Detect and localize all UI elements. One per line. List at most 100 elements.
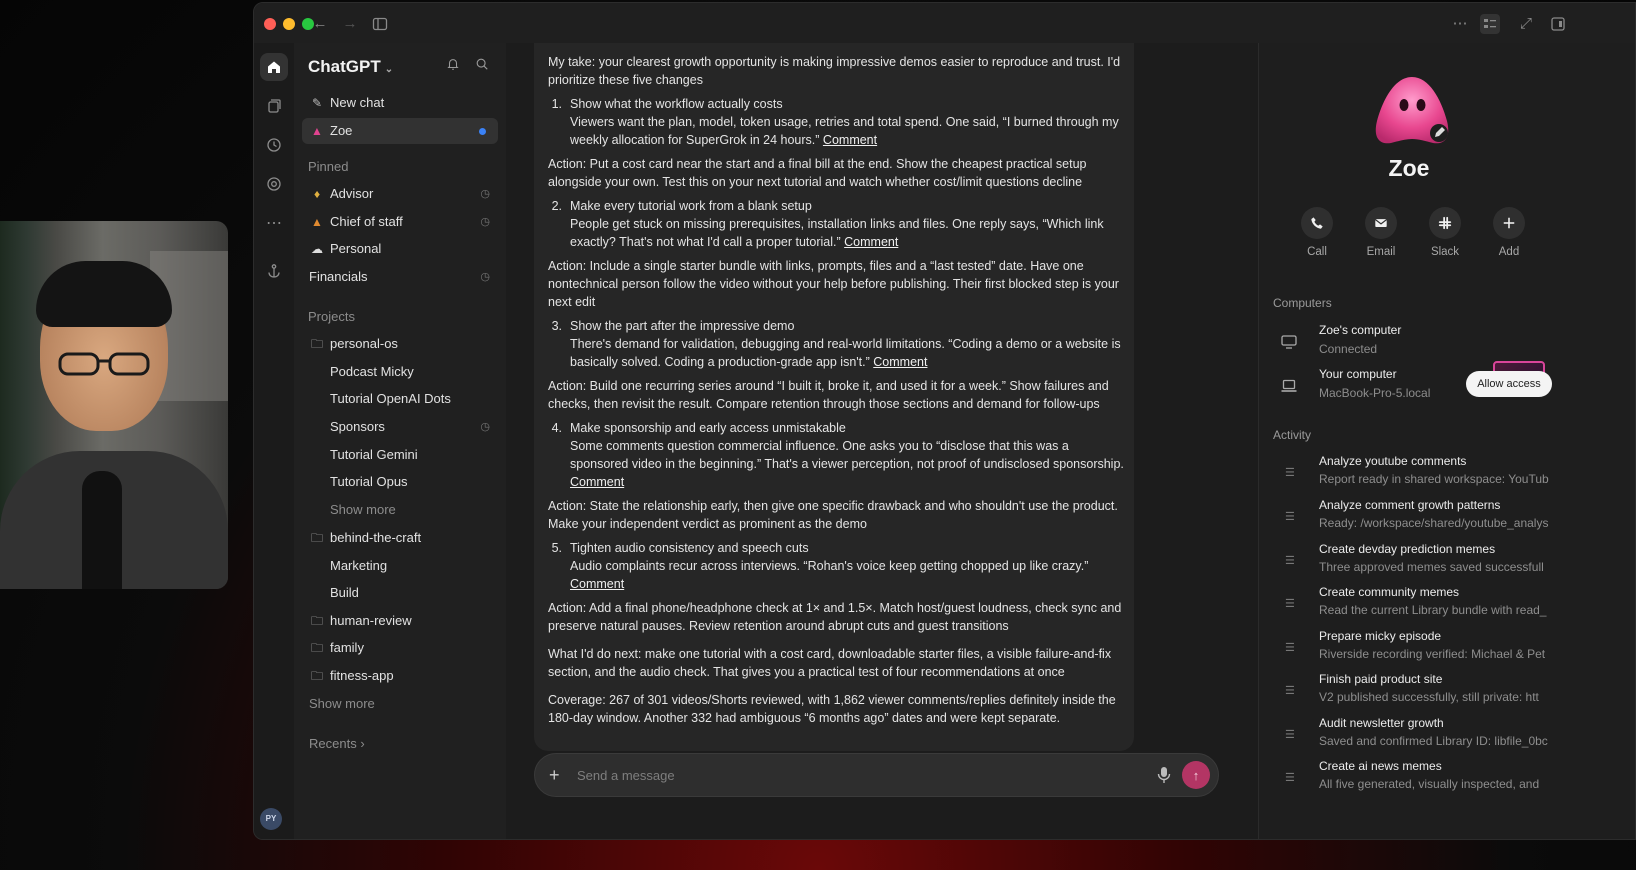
activity-item[interactable]: ☰ Create devday prediction memes Three app… xyxy=(1273,542,1563,582)
project-human-review[interactable]: 🗀 human-review xyxy=(302,608,498,634)
computers-header: Computers xyxy=(1273,296,1332,310)
close-window-button[interactable] xyxy=(264,18,276,30)
comment-link[interactable]: Comment xyxy=(823,133,877,147)
recommendation-1: 1. Show what the workflow actually costs V… xyxy=(551,97,1119,147)
coverage-note: Coverage: 267 of 301 videos/Shorts revie… xyxy=(548,693,1116,725)
chevron-down-icon: ⌄ xyxy=(384,64,394,75)
app-title[interactable]: ChatGPT ⌄ xyxy=(308,57,393,77)
activity-item[interactable]: ☰ Create ai news memes All five generated,… xyxy=(1273,759,1563,799)
pinned-item-personal[interactable]: ☁ Personal xyxy=(302,236,498,262)
icon-rail: ⋯ PY xyxy=(254,43,294,839)
recommendation-4: 4. Make sponsorship and early access unmi… xyxy=(551,421,1124,489)
zoe-avatar-icon: ▲ xyxy=(311,124,323,138)
message-intro: My take: your clearest growth opportunit… xyxy=(548,55,1121,87)
comment-link[interactable]: Comment xyxy=(844,235,898,249)
bell-icon[interactable] xyxy=(446,57,462,73)
project-item-tutorial-opus[interactable]: Tutorial Opus xyxy=(302,469,498,495)
folder-icon: 🗀 xyxy=(310,531,323,545)
clock-icon: ◷ xyxy=(480,271,490,283)
mentions-icon[interactable] xyxy=(260,170,288,198)
activity-item[interactable]: ☰ Finish paid product site V2 published su… xyxy=(1273,672,1563,712)
pinned-item-financials[interactable]: Financials ◷ xyxy=(302,264,498,290)
title-bar: ← → ⋯ ⤢ xyxy=(254,3,1635,43)
list-icon: ☰ xyxy=(1285,685,1295,697)
search-icon[interactable] xyxy=(475,57,491,73)
project-item-marketing[interactable]: Marketing xyxy=(302,553,498,579)
glasses-shape xyxy=(58,352,150,376)
allow-access-button[interactable]: Allow access xyxy=(1466,371,1552,397)
microphone-icon[interactable] xyxy=(1156,766,1172,784)
chevron-right-icon: › xyxy=(360,736,365,751)
history-icon[interactable] xyxy=(260,131,288,159)
project-fitness-app[interactable]: 🗀 fitness-app xyxy=(302,663,498,689)
list-icon: ☰ xyxy=(1285,598,1295,610)
phone-icon xyxy=(1311,217,1323,229)
pinned-item-advisor[interactable]: ♦ Advisor ◷ xyxy=(302,181,498,207)
user-avatar[interactable]: PY xyxy=(260,808,282,830)
more-options-icon[interactable]: ⋯ xyxy=(1450,14,1470,34)
project-personal-os[interactable]: 🗀 personal-os xyxy=(302,331,498,357)
pinned-header: Pinned xyxy=(308,159,349,174)
call-button[interactable]: Call xyxy=(1289,207,1345,258)
project-item-podcast-micky[interactable]: Podcast Micky xyxy=(302,359,498,385)
laptop-icon xyxy=(1281,379,1297,392)
recommendation-3: 3. Show the part after the impressive dem… xyxy=(551,319,1121,369)
anchor-icon[interactable] xyxy=(260,257,288,285)
expand-icon[interactable]: ⤢ xyxy=(1516,14,1536,34)
projects-header: Projects xyxy=(308,309,355,324)
action-5: Action: Add a final phone/headphone chec… xyxy=(548,601,1122,633)
projects-show-more[interactable]: Show more xyxy=(302,691,498,717)
chat-area: My take: your clearest growth opportunit… xyxy=(506,43,1258,839)
project-family[interactable]: 🗀 family xyxy=(302,635,498,661)
folder-icon: 🗀 xyxy=(310,669,323,683)
project-show-more[interactable]: Show more xyxy=(302,497,498,523)
chat-zoe[interactable]: ▲ Zoe xyxy=(302,118,498,144)
project-item-sponsors[interactable]: Sponsors ◷ xyxy=(302,414,498,440)
send-button[interactable]: ↑ xyxy=(1182,761,1210,789)
activity-item[interactable]: ☰ Create community memes Read the current … xyxy=(1273,585,1563,625)
clock-icon: ◷ xyxy=(480,188,490,200)
back-arrow-icon[interactable]: ← xyxy=(310,14,330,34)
home-icon[interactable] xyxy=(260,53,288,81)
webcam-overlay xyxy=(0,221,228,589)
activity-item[interactable]: ☰ Audit newsletter growth Saved and confir… xyxy=(1273,716,1563,756)
email-icon xyxy=(1374,219,1388,227)
project-item-tutorial-openai-dots[interactable]: Tutorial OpenAI Dots xyxy=(302,386,498,412)
activity-item[interactable]: ☰ Analyze youtube comments Report ready in… xyxy=(1273,454,1563,494)
comment-link[interactable]: Comment xyxy=(873,355,927,369)
folder-icon: 🗀 xyxy=(310,337,323,351)
clock-icon: ◷ xyxy=(480,421,490,433)
library-icon[interactable] xyxy=(260,92,288,120)
list-icon: ☰ xyxy=(1285,511,1295,523)
more-icon[interactable]: ⋯ xyxy=(260,209,288,237)
list-icon: ☰ xyxy=(1285,772,1295,784)
project-behind-the-craft[interactable]: 🗀 behind-the-craft xyxy=(302,525,498,551)
add-button[interactable]: Add xyxy=(1481,207,1537,258)
arrow-up-icon: ↑ xyxy=(1192,767,1200,783)
minimize-window-button[interactable] xyxy=(283,18,295,30)
email-button[interactable]: Email xyxy=(1353,207,1409,258)
message-input[interactable]: Send a message xyxy=(577,768,675,783)
handshake-icon: ♦ xyxy=(313,187,321,201)
recents-toggle[interactable]: Recents › xyxy=(302,731,498,757)
forward-arrow-icon[interactable]: → xyxy=(340,14,360,34)
slack-button[interactable]: Slack xyxy=(1417,207,1473,258)
activity-item[interactable]: ☰ Prepare micky episode Riverside recordin… xyxy=(1273,629,1563,669)
new-chat-button[interactable]: ✎ New chat xyxy=(302,90,498,116)
plus-icon xyxy=(1503,217,1515,229)
computer-zoe[interactable]: Zoe's computer Connected xyxy=(1273,323,1635,363)
project-item-build[interactable]: Build xyxy=(302,580,498,606)
comment-link[interactable]: Comment xyxy=(570,475,624,489)
pinned-item-chief-of-staff[interactable]: ▲ Chief of staff ◷ xyxy=(302,209,498,235)
action-3: Action: Build one recurring series aroun… xyxy=(548,379,1109,411)
activity-item[interactable]: ☰ Analyze comment growth patterns Ready: /… xyxy=(1273,498,1563,538)
app-window: ← → ⋯ ⤢ ⋯ PY ChatGPT ⌄ ✎ New chat ▲ Zoe … xyxy=(253,2,1636,840)
recommendation-5: 5. Tighten audio consistency and speech c… xyxy=(551,541,1089,591)
attach-plus-icon[interactable]: + xyxy=(549,765,560,785)
comment-link[interactable]: Comment xyxy=(570,577,624,591)
project-item-tutorial-gemini[interactable]: Tutorial Gemini xyxy=(302,442,498,468)
window-panel-icon[interactable] xyxy=(1548,14,1568,34)
profile-panel: Zoe Call Email Slack Add Computers Zoe's… xyxy=(1258,43,1635,839)
sidebar-toggle-icon[interactable] xyxy=(370,14,390,34)
panel-layout-icon[interactable] xyxy=(1480,14,1500,34)
